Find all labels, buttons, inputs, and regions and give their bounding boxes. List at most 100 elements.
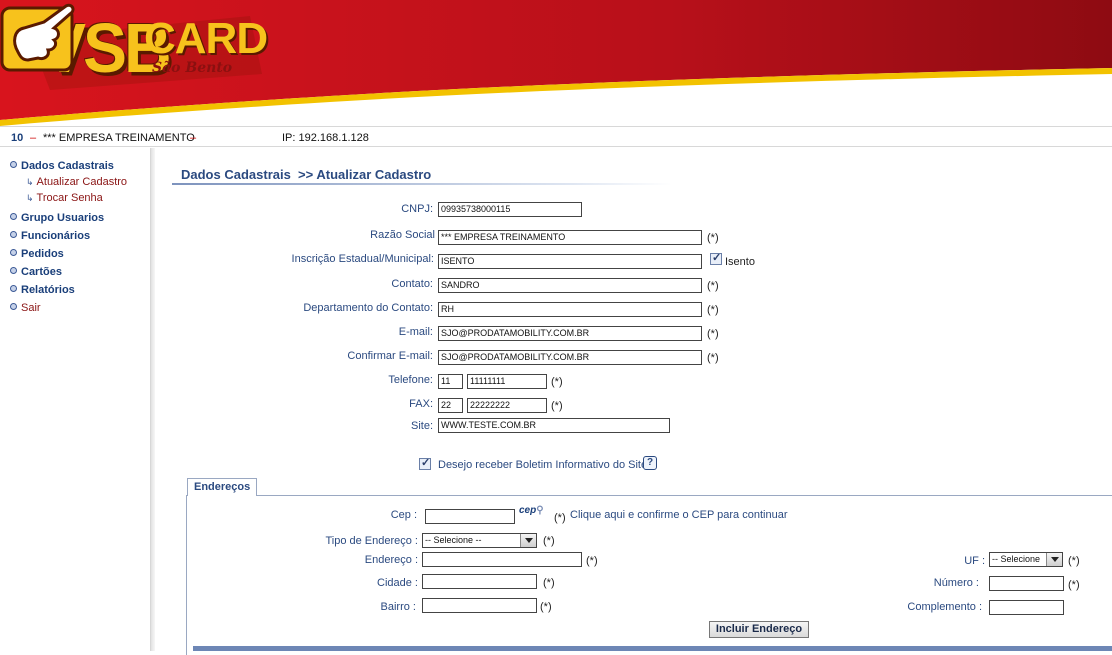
sidebar-item-label: Dados Cadastrais — [21, 160, 114, 172]
sidebar-item-label: Relatórios — [21, 284, 75, 296]
sidebar-subitem-atualizar-cadastro[interactable]: ↳ Atualizar Cadastro — [26, 176, 127, 188]
required-mark: (*) — [707, 280, 719, 292]
required-mark: (*) — [586, 555, 598, 567]
required-mark: (*) — [1068, 555, 1080, 567]
sidebar-item-grupo-usuarios[interactable]: Grupo Usuarios — [10, 212, 104, 224]
boletim-checkbox[interactable] — [419, 456, 431, 470]
cep-field[interactable] — [425, 509, 515, 524]
razao-social-field[interactable]: *** EMPRESA TREINAMENTO — [438, 230, 702, 245]
return-arrow-icon: ↳ — [26, 193, 34, 203]
separator: – — [30, 132, 37, 144]
required-mark: (*) — [707, 352, 719, 364]
ip-address: IP: 192.168.1.128 — [282, 132, 369, 144]
sidebar-divider — [151, 148, 155, 651]
separator: – — [190, 132, 197, 144]
uf-label: UF : — [964, 555, 985, 567]
sidebar-item-label: Cartões — [21, 266, 62, 278]
departamento-field[interactable]: RH — [438, 302, 702, 317]
sidebar-subitem-label: Atualizar Cadastro — [36, 176, 128, 188]
uf-select[interactable]: -- Selecione — [989, 552, 1063, 567]
confirmar-email-label: Confirmar E-mail: — [347, 350, 433, 362]
chevron-down-icon — [1046, 553, 1062, 566]
cidade-label: Cidade : — [377, 577, 418, 589]
company-name: *** EMPRESA TREINAMENTO — [43, 132, 195, 144]
required-mark: (*) — [551, 376, 563, 388]
bullet-icon — [10, 213, 17, 220]
cidade-field[interactable] — [422, 574, 537, 589]
required-mark: (*) — [707, 304, 719, 316]
chevron-down-icon — [520, 534, 536, 547]
sidebar-subitem-label: Trocar Senha — [36, 192, 103, 204]
inscricao-field[interactable]: ISENTO — [438, 254, 702, 269]
telefone-number-field[interactable]: 11111111 — [467, 374, 547, 389]
sidebar-item-relatorios[interactable]: Relatórios — [10, 284, 75, 296]
sidebar-item-label: Grupo Usuarios — [21, 212, 105, 224]
cep-icon-text: cep — [519, 505, 537, 516]
endereco-field[interactable] — [422, 552, 582, 567]
sidebar-item-cartoes[interactable]: Cartões — [10, 266, 62, 278]
tipo-endereco-selected: -- Selecione -- — [425, 535, 482, 545]
incluir-endereco-button[interactable]: Incluir Endereço — [709, 621, 809, 638]
razao-social-label: Razão Social — [370, 229, 435, 241]
sidebar-item-label: Funcionários — [21, 230, 91, 242]
company-id: 10 — [11, 132, 24, 144]
fax-ddd-field[interactable]: 22 — [438, 398, 463, 413]
inscricao-label: Inscrição Estadual/Municipal: — [291, 253, 434, 265]
required-mark: (*) — [543, 577, 555, 589]
help-icon[interactable]: ? — [643, 456, 657, 470]
numero-field[interactable] — [989, 576, 1064, 591]
title-underline — [172, 183, 672, 185]
email-label: E-mail: — [398, 326, 433, 338]
header-banner: VSB CARD São Bento — [0, 0, 1112, 126]
return-arrow-icon: ↳ — [26, 177, 34, 187]
bullet-icon — [10, 303, 17, 310]
sidebar-item-dados-cadastrais[interactable]: Dados Cadastrais — [10, 160, 114, 172]
complemento-label: Complemento : — [907, 601, 982, 613]
sidebar-item-sair[interactable]: Sair — [10, 302, 41, 314]
bullet-icon — [10, 285, 17, 292]
bairro-label: Bairro : — [380, 601, 416, 613]
cep-search-icon[interactable]: cep⚲ — [519, 505, 544, 516]
departamento-label: Departamento do Contato: — [303, 302, 433, 314]
cep-label: Cep : — [390, 509, 417, 521]
bairro-field[interactable] — [422, 598, 537, 613]
email-field[interactable]: SJO@PRODATAMOBILITY.COM.BR — [438, 326, 702, 341]
required-mark: (*) — [707, 232, 719, 244]
isento-checkbox[interactable] — [710, 251, 722, 265]
telefone-label: Telefone: — [388, 374, 433, 386]
pointing-hand-icon — [0, 3, 75, 72]
tipo-endereco-select[interactable]: -- Selecione -- — [422, 533, 537, 548]
tipo-endereco-label: Tipo de Endereço : — [325, 535, 418, 547]
telefone-ddd-field[interactable]: 11 — [438, 374, 463, 389]
panel-bottom-bar — [193, 646, 1112, 651]
sidebar-subitem-trocar-senha[interactable]: ↳ Trocar Senha — [26, 192, 103, 204]
bullet-icon — [10, 267, 17, 274]
confirmar-email-field[interactable]: SJO@PRODATAMOBILITY.COM.BR — [438, 350, 702, 365]
required-mark: (*) — [1068, 579, 1080, 591]
required-mark: (*) — [554, 512, 566, 524]
cep-confirm-link[interactable]: Clique aqui e confirme o CEP para contin… — [570, 509, 787, 521]
complemento-field[interactable] — [989, 600, 1064, 615]
cnpj-label: CNPJ: — [401, 203, 433, 215]
bullet-icon — [10, 231, 17, 238]
numero-label: Número : — [933, 577, 979, 589]
contato-label: Contato: — [391, 278, 433, 290]
tab-enderecos[interactable]: Endereços — [187, 478, 258, 496]
page-title: Dados Cadastrais >> Atualizar Cadastro — [181, 167, 432, 182]
cnpj-field[interactable]: 09935738000115 — [438, 202, 582, 217]
logo-subtitle: São Bento — [152, 60, 233, 76]
required-mark: (*) — [543, 535, 555, 547]
boletim-label: Desejo receber Boletim Informativo do Si… — [438, 459, 648, 471]
logo-card-text: CARD — [144, 14, 268, 63]
site-label: Site: — [410, 420, 433, 432]
isento-label: Isento — [725, 256, 755, 268]
required-mark: (*) — [551, 400, 563, 412]
status-bar: 10 – *** EMPRESA TREINAMENTO – IP: 192.1… — [0, 126, 1112, 147]
site-field[interactable]: WWW.TESTE.COM.BR — [438, 418, 670, 433]
contato-field[interactable]: SANDRO — [438, 278, 702, 293]
sidebar-item-pedidos[interactable]: Pedidos — [10, 248, 64, 260]
sidebar-item-funcionarios[interactable]: Funcionários — [10, 230, 90, 242]
sidebar-item-label: Pedidos — [21, 248, 64, 260]
bullet-icon — [10, 249, 17, 256]
fax-number-field[interactable]: 22222222 — [467, 398, 547, 413]
